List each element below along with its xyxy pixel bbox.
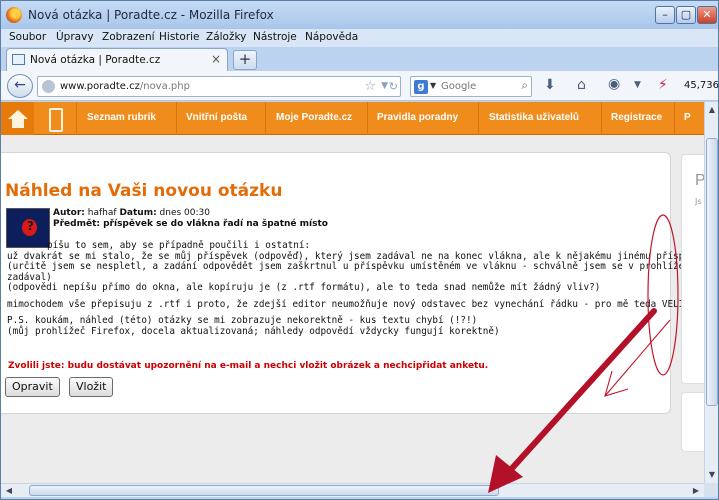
author-name: hafhaf (87, 208, 117, 218)
tab-title: Nová otázka | Poradte.cz (30, 54, 161, 66)
scroll-down-icon[interactable]: ▼ (706, 468, 718, 482)
nav-separator (265, 102, 266, 135)
bookmark-star-icon[interactable]: ☆ (364, 79, 376, 94)
body-line: P.S. koukám, náhled (této) otázky se mi … (7, 315, 478, 326)
menu-zobrazeni[interactable]: Zobrazení (102, 31, 155, 43)
window-title: Nová otázka | Poradte.cz - Mozilla Firef… (28, 8, 274, 22)
addon-counter: 45,736 (684, 80, 719, 91)
engine-dropdown-icon[interactable]: ▼ (430, 81, 436, 90)
page-viewport: Seznam rubrik Vnitřní pošta Moje Poradte… (1, 102, 704, 483)
nav-registrace[interactable]: Registrace (611, 112, 662, 123)
horizontal-scrollbar[interactable]: ◀ ▶ (1, 483, 704, 497)
back-arrow-icon: ← (14, 77, 26, 93)
search-box[interactable]: g ▼ ⌕ (410, 76, 532, 97)
site-home-icon[interactable] (1, 102, 34, 135)
edit-button[interactable]: Opravit (5, 377, 60, 397)
history-dropdown-icon[interactable]: ▼ (381, 81, 388, 91)
site-identity-icon (42, 80, 55, 93)
nav-separator (367, 102, 368, 135)
url-text: www.poradte.cz/nova.php (60, 81, 190, 92)
menu-napoveda[interactable]: Nápověda (305, 31, 358, 43)
download-icon[interactable]: ⬇ (544, 77, 556, 93)
close-button[interactable]: ✕ (697, 6, 717, 24)
maximize-button[interactable]: ▢ (676, 6, 696, 24)
navigation-toolbar: ← www.poradte.cz/nova.php ☆ ▼ ↻ g ▼ ⌕ ⬇ … (1, 71, 719, 101)
scroll-left-icon[interactable]: ◀ (2, 484, 16, 497)
menu-soubor[interactable]: Soubor (9, 31, 46, 43)
nav-moje-poradte[interactable]: Moje Poradte.cz (276, 112, 352, 123)
question-preview-panel: Náhled na Vaši novou otázku Autor: hafha… (1, 152, 704, 414)
nav-separator (478, 102, 479, 135)
mobile-icon[interactable] (39, 102, 71, 135)
subject-label: Předmět: (53, 219, 100, 229)
scroll-right-icon[interactable]: ▶ (689, 484, 703, 497)
addon-globe-icon[interactable]: ◉ (608, 76, 620, 92)
side-panel-letter: P (695, 172, 704, 189)
body-line: (můj prohlížeč Firefox, docela aktualizo… (7, 325, 500, 337)
body-line: píšu to sem, aby se případně poučili i o… (47, 240, 311, 251)
back-button[interactable]: ← (7, 74, 33, 98)
firefox-logo-icon (6, 7, 22, 23)
search-icon[interactable]: ⌕ (521, 78, 528, 93)
post-body: píšu to sem, aby se případně poučili i o… (7, 240, 704, 337)
site-navigation: Seznam rubrik Vnitřní pošta Moje Poradte… (1, 102, 704, 135)
menu-upravy[interactable]: Úpravy (56, 31, 94, 43)
vertical-scrollbar[interactable]: ▲ ▼ (704, 102, 718, 483)
nav-separator (76, 102, 77, 135)
nav-separator (601, 102, 602, 135)
menu-zalozky[interactable]: Záložky (206, 31, 246, 43)
title-bar: Nová otázka | Poradte.cz - Mozilla Firef… (1, 1, 718, 29)
nav-statistika-uzivatelu[interactable]: Statistika uživatelů (489, 112, 579, 123)
menu-bar: Soubor Úpravy Zobrazení Historie Záložky… (1, 29, 718, 47)
addon-dropdown-icon[interactable]: ▼ (634, 80, 641, 90)
tab-close-icon[interactable]: × (211, 52, 221, 66)
stats-addon-icon[interactable]: ⚡ (658, 77, 668, 93)
nav-pravidla-poradny[interactable]: Pravidla poradny (377, 112, 458, 123)
scroll-up-icon[interactable]: ▲ (706, 103, 718, 117)
side-panel-sub: Js (695, 197, 702, 206)
address-bar[interactable]: www.poradte.cz/nova.php ☆ ▼ ↻ (37, 76, 401, 97)
options-notice: Zvolili jste: budu dostávat upozornění n… (8, 361, 489, 371)
google-engine-icon[interactable]: g (414, 80, 428, 94)
post-meta: Autor: hafhaf Datum: dnes 00:30 Předmět:… (53, 208, 328, 229)
date-label: Datum: (119, 208, 157, 218)
url-path: /nova.php (139, 81, 190, 92)
vertical-scroll-thumb[interactable] (706, 138, 718, 406)
side-panel-lower (681, 392, 704, 452)
page-title: Náhled na Vaši novou otázku (5, 181, 283, 201)
horizontal-scroll-thumb[interactable] (29, 485, 499, 496)
body-line: (určitě jsem se nespletl, a zadání odpov… (7, 261, 704, 272)
menu-historie[interactable]: Historie (159, 31, 200, 43)
post-date: dnes 00:30 (159, 208, 210, 218)
reload-icon[interactable]: ↻ (389, 80, 398, 93)
submit-button[interactable]: Vložit (69, 377, 114, 397)
nav-separator (674, 102, 675, 135)
firefox-window: Nová otázka | Poradte.cz - Mozilla Firef… (0, 0, 719, 500)
nav-item-partial[interactable]: P (684, 112, 691, 123)
scrollbar-corner (704, 483, 718, 497)
url-host: www.poradte.cz (60, 81, 140, 92)
minimize-button[interactable]: – (655, 6, 675, 24)
page-favicon-icon (12, 54, 25, 65)
nav-vnitrni-posta[interactable]: Vnitřní pošta (186, 112, 247, 123)
search-input[interactable] (441, 79, 513, 94)
new-tab-button[interactable]: + (233, 50, 257, 70)
tab-nova-otazka[interactable]: Nová otázka | Poradte.cz × (6, 48, 228, 71)
subject-text: příspěvek se do vlákna řadí na špatné mí… (103, 219, 328, 229)
body-line: mimochodem vše přepisuju z .rtf i proto,… (7, 298, 704, 310)
nav-seznam-rubrik[interactable]: Seznam rubrik (87, 112, 156, 123)
tab-bar: Nová otázka | Poradte.cz × + (1, 47, 718, 71)
home-icon[interactable]: ⌂ (577, 77, 586, 93)
author-label: Autor: (53, 208, 85, 218)
body-line: (odpovědi nepíšu přímo do okna, ale kopí… (7, 282, 601, 293)
menu-nastroje[interactable]: Nástroje (253, 31, 297, 43)
side-panel: P Js (681, 154, 704, 384)
nav-separator (176, 102, 177, 135)
subject-line: Předmět: příspěvek se do vlákna řadí na … (53, 219, 328, 229)
